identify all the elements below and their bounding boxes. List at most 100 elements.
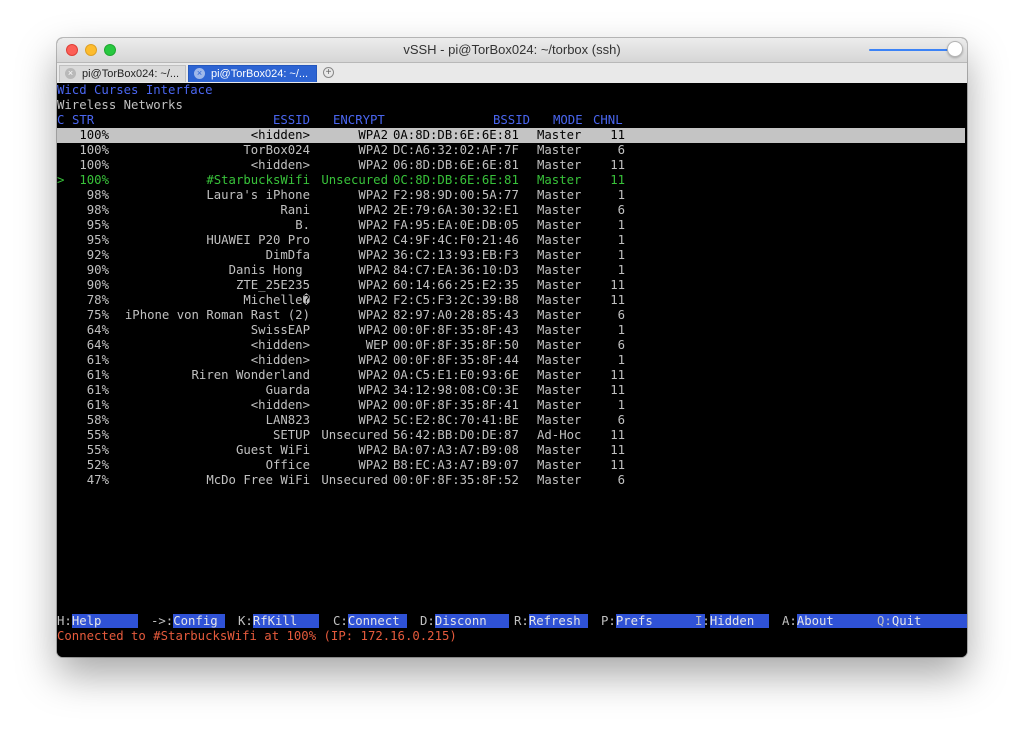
menu-config[interactable]: ->:Config bbox=[151, 614, 226, 629]
tab-session-2[interactable]: × pi@TorBox024: ~/... bbox=[188, 65, 317, 82]
network-encryption: WPA2 bbox=[358, 323, 388, 337]
network-row[interactable]: 64% <hidden> WEP 00:0F:8F:35:8F:50 Master 6 bbox=[57, 338, 965, 353]
network-row[interactable]: >100% #StarbucksWifi Unsecured 0C:8D:DB:6E:… bbox=[57, 173, 965, 188]
network-channel: 1 bbox=[617, 188, 625, 202]
slider-knob[interactable] bbox=[947, 41, 963, 57]
network-row[interactable]: 100% <hidden> WPA2 06:8D:DB:6E:6E:81 Master 1… bbox=[57, 158, 965, 173]
network-mode: Master bbox=[537, 383, 582, 397]
network-encryption: WPA2 bbox=[358, 158, 388, 172]
network-channel: 6 bbox=[617, 143, 625, 157]
network-essid: HUAWEI P20 Pro bbox=[206, 233, 310, 247]
network-bssid: 5C:E2:8C:70:41:BE bbox=[393, 413, 519, 427]
network-bssid: 56:42:BB:D0:DE:87 bbox=[393, 428, 519, 442]
network-bssid: BA:07:A3:A7:B9:08 bbox=[393, 443, 519, 457]
network-channel: 1 bbox=[617, 218, 625, 232]
network-row[interactable]: 55% SETUP Unsecured 56:42:BB:D0:DE:87 Ad-Hoc… bbox=[57, 428, 965, 443]
col-c: C bbox=[57, 113, 65, 127]
network-channel: 1 bbox=[617, 398, 625, 412]
network-bssid: 36:C2:13:93:EB:F3 bbox=[393, 248, 519, 262]
network-essid: <hidden> bbox=[250, 338, 310, 352]
network-mode: Master bbox=[537, 308, 582, 322]
network-row[interactable]: 90% Danis Hong WPA2 84:C7:EA:36:10:D3 Maste… bbox=[57, 263, 965, 278]
network-mode: Master bbox=[537, 293, 582, 307]
network-row[interactable]: 75% iPhone von Roman Rast (2) WPA2 82:97:A0… bbox=[57, 308, 965, 323]
network-row[interactable]: 61% <hidden> WPA2 00:0F:8F:35:8F:44 Master 1 bbox=[57, 353, 965, 368]
network-row[interactable]: 78% Michelle� WPA2 F2:C5:F3:2C:39:B8 Master 1… bbox=[57, 293, 965, 308]
network-essid: iPhone von Roman Rast (2) bbox=[124, 308, 310, 322]
network-row[interactable]: 61% <hidden> WPA2 00:0F:8F:35:8F:41 Master 1 bbox=[57, 398, 965, 413]
network-row[interactable]: 61% Riren Wonderland WPA2 0A:C5:E1:E0:93:6E… bbox=[57, 368, 965, 383]
network-row[interactable]: 100% TorBox024 WPA2 DC:A6:32:02:AF:7F Master… bbox=[57, 143, 965, 158]
network-bssid: F2:98:9D:00:5A:77 bbox=[393, 188, 519, 202]
network-row[interactable]: 95% B. WPA2 FA:95:EA:0E:DB:05 Master 1 bbox=[57, 218, 965, 233]
network-row[interactable]: 52% Office WPA2 B8:EC:A3:A7:B9:07 Master 11 bbox=[57, 458, 965, 473]
network-channel: 11 bbox=[610, 458, 625, 472]
network-row[interactable]: 64% SwissEAP WPA2 00:0F:8F:35:8F:43 Master 1 bbox=[57, 323, 965, 338]
network-row[interactable]: 47% McDo Free WiFi Unsecured 00:0F:8F:35:8F… bbox=[57, 473, 965, 488]
tab-session-1[interactable]: × pi@TorBox024: ~/... bbox=[59, 65, 186, 82]
network-encryption: WPA2 bbox=[358, 308, 388, 322]
network-row[interactable]: 58% LAN823 WPA2 5C:E2:8C:70:41:BE Master 6 bbox=[57, 413, 965, 428]
network-essid: ZTE_25E235 bbox=[235, 278, 310, 292]
network-mode: Master bbox=[537, 413, 582, 427]
signal-strength: 90% bbox=[86, 263, 109, 277]
menu-quit[interactable]: Q:Quit bbox=[877, 614, 967, 629]
network-row[interactable]: 90% ZTE_25E235 WPA2 60:14:66:25:E2:35 Master… bbox=[57, 278, 965, 293]
menu-connect[interactable]: C:Connect bbox=[333, 614, 408, 629]
network-essid: Guest WiFi bbox=[235, 443, 310, 457]
network-essid: <hidden> bbox=[250, 128, 310, 142]
network-bssid: 00:0F:8F:35:8F:44 bbox=[393, 353, 519, 367]
list-heading: Wireless Networks bbox=[57, 98, 183, 112]
network-essid: #StarbucksWifi bbox=[206, 173, 310, 187]
network-bssid: 06:8D:DB:6E:6E:81 bbox=[393, 158, 519, 172]
network-mode: Master bbox=[537, 368, 582, 382]
network-bssid: 0A:C5:E1:E0:93:6E bbox=[393, 368, 519, 382]
signal-strength: 98% bbox=[86, 203, 109, 217]
network-row[interactable]: 92% DimDfa WPA2 36:C2:13:93:EB:F3 Master 1 bbox=[57, 248, 965, 263]
network-row[interactable]: 61% Guarda WPA2 34:12:98:08:C0:3E Master 11 bbox=[57, 383, 965, 398]
network-row[interactable]: 55% Guest WiFi WPA2 BA:07:A3:A7:B9:08 Master… bbox=[57, 443, 965, 458]
network-encryption: WPA2 bbox=[358, 443, 388, 457]
close-tab-icon[interactable]: × bbox=[65, 68, 76, 79]
network-mode: Master bbox=[537, 323, 582, 337]
signal-strength: 98% bbox=[86, 188, 109, 202]
network-mode: Master bbox=[537, 338, 582, 352]
signal-strength: 52% bbox=[86, 458, 109, 472]
network-essid: SETUP bbox=[272, 428, 310, 442]
network-encryption: WPA2 bbox=[358, 128, 388, 142]
tab-label: pi@TorBox024: ~/... bbox=[211, 68, 309, 80]
menu-help[interactable]: H:Help bbox=[57, 614, 139, 629]
menu-disconnect[interactable]: D:Disconn bbox=[420, 614, 509, 629]
signal-strength: 75% bbox=[86, 308, 109, 322]
network-row[interactable]: 95% HUAWEI P20 Pro WPA2 C4:9F:4C:F0:21:46 Ma… bbox=[57, 233, 965, 248]
menu-rfkill[interactable]: K:RfKill bbox=[238, 614, 320, 629]
signal-strength: 64% bbox=[86, 338, 109, 352]
col-chnl: CHNL bbox=[593, 113, 623, 127]
network-channel: 6 bbox=[617, 473, 625, 487]
font-size-slider[interactable] bbox=[869, 49, 953, 51]
network-mode: Ad-Hoc bbox=[537, 428, 582, 442]
network-encryption: WPA2 bbox=[358, 293, 388, 307]
network-row[interactable]: 98% Laura's iPhone WPA2 F2:98:9D:00:5A:77 Ma… bbox=[57, 188, 965, 203]
network-row[interactable]: 98% Rani WPA2 2E:79:6A:30:32:E1 Master 6 bbox=[57, 203, 965, 218]
network-row[interactable]: 100% <hidden> WPA2 0A:8D:DB:6E:6E:81 Master 1… bbox=[57, 128, 965, 143]
network-channel: 11 bbox=[610, 428, 625, 442]
network-mode: Master bbox=[537, 218, 582, 232]
network-mode: Master bbox=[537, 278, 582, 292]
network-encryption: Unsecured bbox=[321, 473, 388, 487]
signal-strength: 55% bbox=[86, 443, 109, 457]
network-essid: B. bbox=[295, 218, 310, 232]
menu-refresh[interactable]: R:Refresh bbox=[514, 614, 589, 629]
signal-strength: 61% bbox=[86, 353, 109, 367]
network-channel: 11 bbox=[610, 278, 625, 292]
network-mode: Master bbox=[537, 473, 582, 487]
terminal[interactable]: Wicd Curses Interface Wireless Networks … bbox=[57, 83, 967, 657]
menu-hidden[interactable]: I:Hidden bbox=[695, 614, 770, 629]
close-tab-icon[interactable]: × bbox=[194, 68, 205, 79]
network-channel: 11 bbox=[610, 128, 625, 142]
network-essid: <hidden> bbox=[250, 398, 310, 412]
menu-prefs[interactable]: P:Prefs bbox=[601, 614, 705, 629]
network-bssid: 00:0F:8F:35:8F:41 bbox=[393, 398, 519, 412]
command-bar: H:Help ->:Config K:RfKill C:Connect D:Di… bbox=[57, 614, 967, 629]
new-tab-icon[interactable]: + bbox=[323, 67, 334, 78]
